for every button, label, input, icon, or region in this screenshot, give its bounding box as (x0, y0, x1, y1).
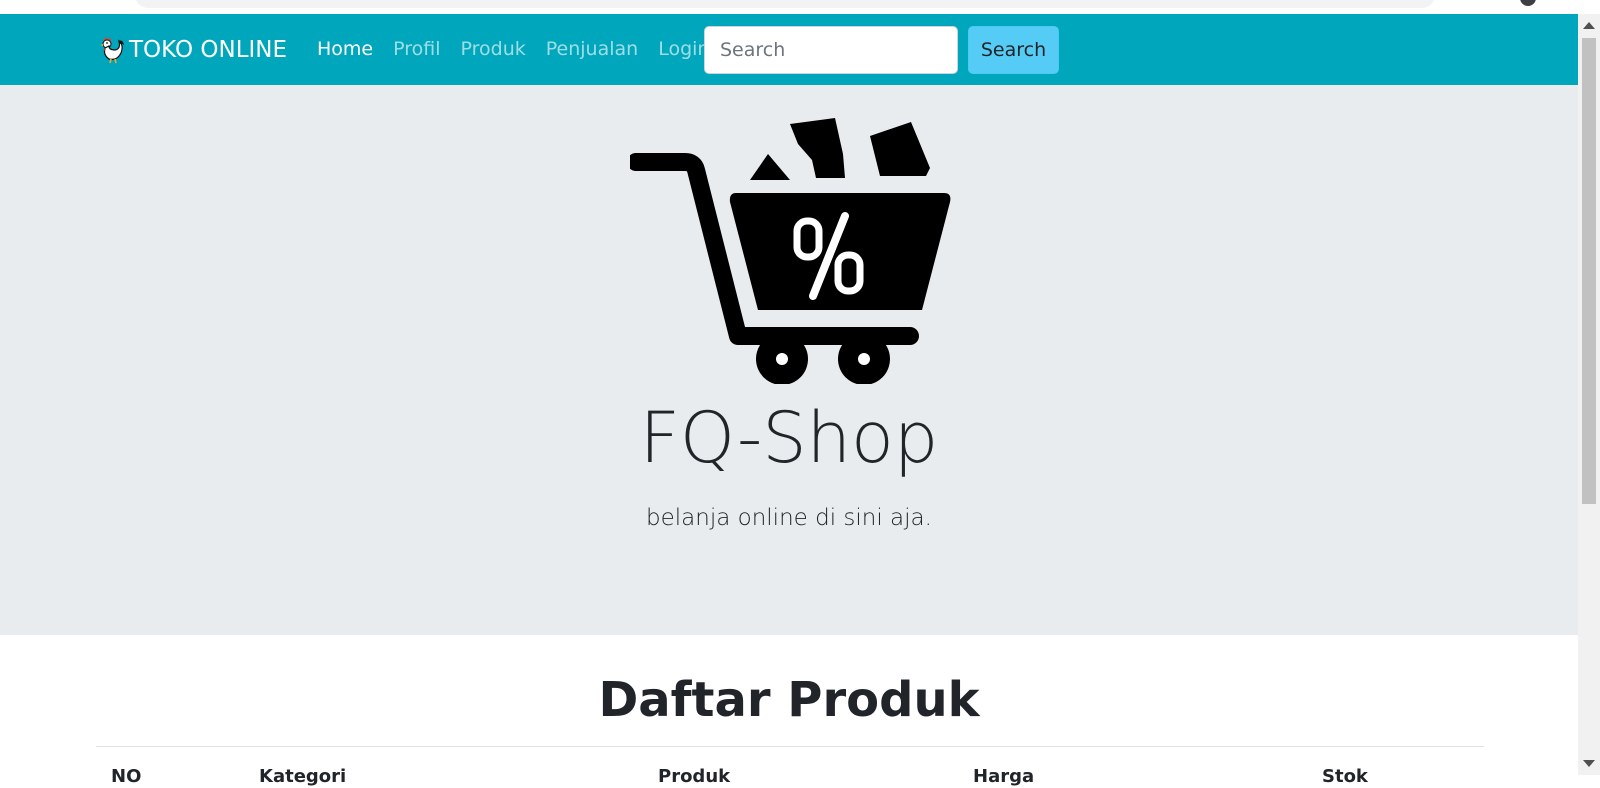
product-table-header: NO Kategori Produk Harga Stok (96, 758, 1484, 788)
column-header-no: NO (111, 766, 142, 787)
vertical-scrollbar[interactable] (1578, 14, 1600, 775)
hero-jumbotron: FQ-Shop belanja online di sini aja. (0, 85, 1578, 635)
address-bar[interactable] (135, 0, 1435, 8)
profile-avatar[interactable] (1520, 0, 1536, 6)
scrollbar-thumb[interactable] (1582, 38, 1596, 504)
navbar: TOKO ONLINE Home Profil Produk Penjualan… (0, 14, 1578, 85)
nav-link-home[interactable]: Home (317, 38, 373, 60)
brand-link[interactable]: TOKO ONLINE (97, 36, 287, 64)
column-header-produk: Produk (658, 766, 731, 787)
nav-link-login[interactable]: Login (658, 38, 709, 60)
nav-links: Home Profil Produk Penjualan Login (317, 38, 729, 60)
hero-subtitle: belanja online di sini aja. (646, 505, 932, 531)
column-header-kategori: Kategori (259, 766, 347, 787)
nav-link-produk[interactable]: Produk (461, 38, 526, 60)
column-header-harga: Harga (973, 766, 1035, 787)
search-input[interactable] (704, 26, 958, 74)
brand-title: TOKO ONLINE (129, 37, 288, 63)
scroll-down-arrow-icon[interactable] (1583, 760, 1595, 767)
browser-toolbar (0, 0, 1568, 14)
section-divider (96, 746, 1484, 747)
hero-title: FQ-Shop (639, 397, 939, 479)
column-header-stok: Stok (1322, 766, 1368, 787)
rooster-icon (97, 35, 127, 65)
shopping-cart-discount-icon (630, 118, 951, 384)
product-list-title: Daftar Produk (598, 672, 980, 728)
nav-link-profil[interactable]: Profil (393, 38, 440, 60)
nav-link-penjualan[interactable]: Penjualan (546, 38, 638, 60)
search-button[interactable]: Search (968, 26, 1059, 74)
scroll-up-arrow-icon[interactable] (1583, 22, 1595, 29)
